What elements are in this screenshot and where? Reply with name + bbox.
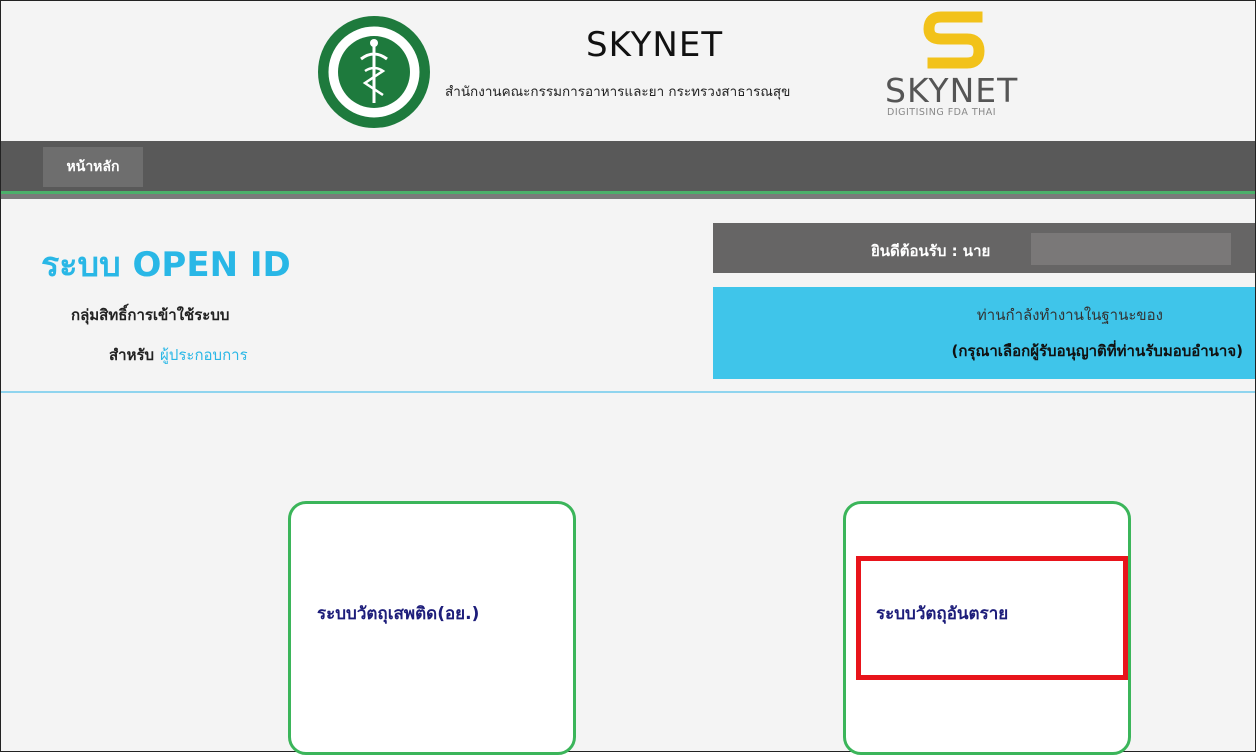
- page-frame: SKYNET สำนักงานคณะกรรมการอาหารและยา กระท…: [0, 0, 1256, 755]
- section-divider: [1, 391, 1255, 393]
- status-line-1: ท่านกำลังทำงานในฐานะของ: [976, 306, 1163, 324]
- role-prefix: สำหรับ: [109, 346, 155, 364]
- header: SKYNET สำนักงานคณะกรรมการอาหารและยา กระท…: [1, 1, 1255, 141]
- role-link[interactable]: ผู้ประกอบการ: [160, 346, 248, 364]
- system-title: ระบบ OPEN ID: [41, 245, 291, 285]
- tile-label: ระบบวัตถุเสพติด(อย.): [317, 604, 480, 624]
- role-line: สำหรับ ผู้ประกอบการ: [109, 343, 248, 367]
- skynet-logo-word: SKYNET: [885, 71, 1019, 110]
- tile-narcotics-system[interactable]: ระบบวัตถุเสพติด(อย.): [288, 501, 576, 755]
- welcome-bar: ยินดีต้อนรับ : นาย: [713, 223, 1255, 273]
- ministry-seal-icon: [318, 16, 430, 128]
- skynet-logo: SKYNET DIGITISING FDA THAI: [883, 9, 1033, 121]
- site-title: SKYNET: [586, 25, 724, 65]
- skynet-s-logo-icon: [923, 11, 985, 69]
- tile-label: ระบบวัตถุอันตราย: [876, 604, 1009, 624]
- status-box: ท่านกำลังทำงานในฐานะของ (กรุณาเลือกผู้รั…: [713, 287, 1255, 379]
- nav-home-link[interactable]: หน้าหลัก: [43, 147, 143, 187]
- top-navbar: หน้าหลัก: [1, 141, 1255, 194]
- site-subtitle: สำนักงานคณะกรรมการอาหารและยา กระทรวงสาธา…: [445, 84, 791, 100]
- access-group-label: กลุ่มสิทธิ์การเข้าใช้ระบบ: [71, 306, 230, 324]
- tile-hazardous-system[interactable]: ระบบวัตถุอันตราย: [843, 501, 1131, 755]
- redacted-username: [1031, 233, 1231, 265]
- nav-underbar: [1, 194, 1255, 199]
- skynet-logo-tagline: DIGITISING FDA THAI: [887, 107, 997, 118]
- welcome-text: ยินดีต้อนรับ : นาย: [871, 242, 991, 260]
- status-line-2: (กรุณาเลือกผู้รับอนุญาติที่ท่านรับมอบอำน…: [951, 342, 1243, 360]
